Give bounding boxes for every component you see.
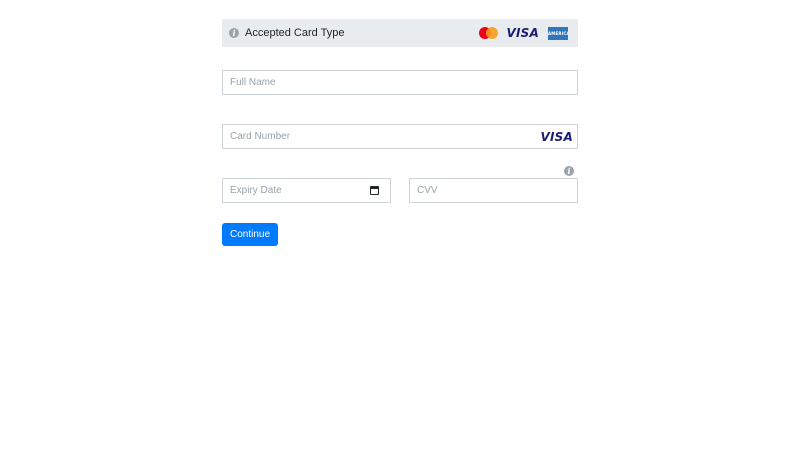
info-icon[interactable]: i bbox=[229, 28, 239, 38]
expiry-date-input[interactable] bbox=[223, 179, 390, 202]
full-name-input[interactable] bbox=[223, 71, 577, 94]
cvv-info-icon[interactable]: i bbox=[564, 166, 574, 176]
accepted-card-type-bar: i Accepted Card Type VISA AMERICAN EXPRE… bbox=[222, 19, 578, 47]
mastercard-icon bbox=[478, 27, 498, 39]
card-brand-visa-icon: VISA bbox=[540, 130, 573, 144]
visa-icon: VISA bbox=[506, 26, 539, 40]
payment-form: i Accepted Card Type VISA AMERICAN EXPRE… bbox=[222, 19, 578, 246]
accepted-card-type-label: Accepted Card Type bbox=[245, 27, 345, 39]
amex-icon: AMERICAN EXPRESS bbox=[548, 26, 568, 40]
mastercard-orange-circle bbox=[485, 27, 498, 39]
card-number-input[interactable] bbox=[223, 125, 577, 148]
cvv-input[interactable] bbox=[410, 179, 577, 202]
cvv-field-wrapper: i bbox=[409, 166, 578, 203]
full-name-field-wrapper bbox=[222, 70, 578, 95]
expiry-cvv-row: i bbox=[222, 166, 578, 203]
card-number-field-wrapper: VISA bbox=[222, 124, 578, 149]
expiry-date-field-wrapper bbox=[222, 178, 391, 203]
continue-button[interactable]: Continue bbox=[222, 223, 279, 246]
calendar-icon[interactable] bbox=[370, 186, 379, 195]
card-logos: VISA AMERICAN EXPRESS bbox=[478, 26, 568, 40]
